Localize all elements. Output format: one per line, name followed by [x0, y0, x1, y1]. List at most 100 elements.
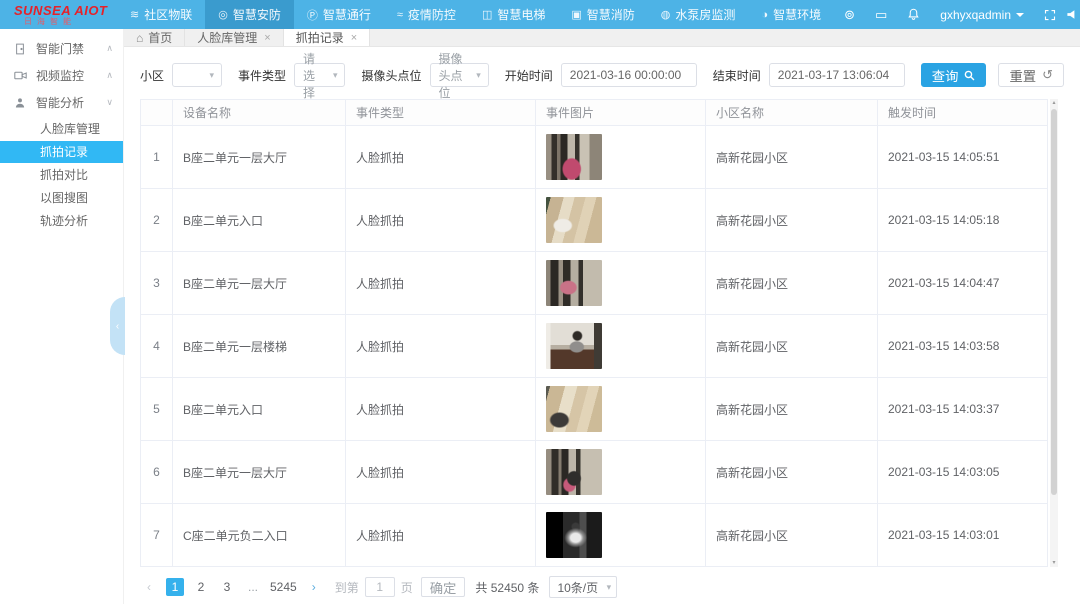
tab-label: 首页 — [148, 29, 172, 46]
event-image-cell — [536, 441, 706, 504]
capture-thumbnail[interactable] — [546, 260, 602, 306]
page-ellipsis: ... — [244, 578, 262, 596]
event-image-cell — [536, 252, 706, 315]
nav-item-environment[interactable]: ◑ 智慧环境 — [748, 0, 834, 29]
page-button-last[interactable]: 5245 — [270, 578, 297, 596]
scrollbar-thumb[interactable] — [1051, 109, 1057, 495]
settings-icon[interactable]: ⊚ — [834, 7, 865, 23]
sidebar-collapse-handle[interactable]: ‹ — [110, 297, 125, 355]
nav-item-security[interactable]: ◎ 智慧安防 — [205, 0, 294, 29]
tab-strip: ⌂ 首页 人脸库管理 × 抓拍记录 × — [124, 29, 1080, 47]
tab-home[interactable]: ⌂ 首页 — [124, 29, 185, 46]
sidebar-group-label: 智能分析 — [36, 94, 84, 111]
time-cell: 2021-03-15 14:05:51 — [878, 126, 1048, 189]
capture-thumbnail[interactable] — [546, 512, 602, 558]
close-icon[interactable]: × — [264, 32, 270, 44]
user-menu[interactable]: gxhyxqadmin — [930, 8, 1034, 22]
table-row[interactable]: 5 B座二单元入口 人脸抓拍 高新花园小区 2021-03-15 14:03:3… — [141, 378, 1048, 441]
announcement-icon[interactable] — [1066, 8, 1080, 21]
nav-item-fire[interactable]: ▣ 智慧消防 — [558, 0, 647, 29]
sidebar: 智能门禁 ∧ 视频监控 ∧ 智能分析 ∨ 人脸库管理 抓拍记录 抓拍对比 以图搜… — [0, 29, 124, 604]
message-icon[interactable]: ▭ — [865, 7, 897, 23]
capture-thumbnail[interactable] — [546, 323, 602, 369]
capture-thumbnail[interactable] — [546, 134, 602, 180]
home-icon: ⌂ — [136, 31, 143, 45]
nav-label: 智慧安防 — [233, 6, 281, 23]
chevron-down-icon: ▾ — [209, 70, 214, 81]
sidebar-item-capture-records[interactable]: 抓拍记录 — [0, 141, 123, 163]
time-cell: 2021-03-15 14:04:47 — [878, 252, 1048, 315]
reset-button[interactable]: 重置 ↺ — [998, 63, 1064, 87]
sidebar-item-capture-compare[interactable]: 抓拍对比 — [0, 164, 123, 186]
event-type-cell: 人脸抓拍 — [346, 504, 536, 567]
page-size-value: 10条/页 — [557, 579, 598, 596]
page-button-2[interactable]: 2 — [192, 578, 210, 596]
close-icon[interactable]: × — [351, 32, 357, 44]
next-page-button[interactable]: › — [305, 578, 323, 596]
page-size-select[interactable]: 10条/页 ▾ — [549, 576, 617, 598]
table-row[interactable]: 7 C座二单元负二入口 人脸抓拍 高新花园小区 2021-03-15 14:03… — [141, 504, 1048, 567]
table-scrollbar[interactable]: ▴ ▾ — [1050, 99, 1058, 567]
tab-face-library[interactable]: 人脸库管理 × — [185, 29, 283, 46]
confirm-jump-button[interactable]: 确定 — [421, 577, 466, 597]
community-select[interactable]: ▾ — [172, 63, 222, 87]
chevron-down-icon: ▾ — [607, 582, 612, 593]
pump-icon: ◍ — [661, 8, 671, 21]
table-row[interactable]: 3 B座二单元一层大厅 人脸抓拍 高新花园小区 2021-03-15 14:04… — [141, 252, 1048, 315]
event-type-cell: 人脸抓拍 — [346, 441, 536, 504]
sidebar-group-label: 视频监控 — [36, 67, 84, 84]
end-time-input[interactable] — [769, 63, 905, 87]
sidebar-item-face-library[interactable]: 人脸库管理 — [0, 118, 123, 140]
start-time-label: 开始时间 — [505, 67, 553, 84]
sidebar-item-smart-analysis[interactable]: 智能分析 ∨ — [0, 89, 123, 116]
nav-item-access[interactable]: Ⓟ 智慧通行 — [294, 0, 384, 29]
capture-thumbnail[interactable] — [546, 197, 602, 243]
page-word-label: 页 — [401, 579, 413, 596]
capture-table: 设备名称 事件类型 事件图片 小区名称 触发时间 1 B座二单元一层大厅 人脸抓… — [140, 99, 1064, 567]
prev-page-button[interactable]: ‹ — [140, 578, 158, 596]
nav-label: 智慧消防 — [587, 6, 635, 23]
topbar: SUNSEA AIOT 日海智能 ≋ 社区物联 ◎ 智慧安防 Ⓟ 智慧通行 ≈ … — [0, 0, 1080, 29]
device-cell: B座二单元一层楼梯 — [173, 315, 346, 378]
community-cell: 高新花园小区 — [706, 378, 878, 441]
access-icon: Ⓟ — [307, 7, 318, 23]
username: gxhyxqadmin — [940, 8, 1011, 22]
notification-bell-icon[interactable] — [897, 8, 930, 21]
search-button[interactable]: 查询 — [921, 63, 987, 87]
table-row[interactable]: 2 B座二单元入口 人脸抓拍 高新花园小区 2021-03-15 14:05:1… — [141, 189, 1048, 252]
sidebar-item-image-search[interactable]: 以图搜图 — [0, 187, 123, 209]
page-button-3[interactable]: 3 — [218, 578, 236, 596]
sidebar-item-video-monitor[interactable]: 视频监控 ∧ — [0, 62, 123, 89]
nav-item-community-iot[interactable]: ≋ 社区物联 — [117, 0, 205, 29]
page-button-1[interactable]: 1 — [166, 578, 184, 596]
event-image-cell — [536, 504, 706, 567]
nav-item-epidemic[interactable]: ≈ 疫情防控 — [384, 0, 469, 29]
event-type-select[interactable]: 请选择 ▾ — [294, 63, 346, 87]
video-camera-icon — [14, 70, 28, 81]
nav-label: 水泵房监测 — [675, 6, 735, 23]
camera-filter-label: 摄像头点位 — [361, 67, 421, 84]
scroll-down-arrow[interactable]: ▾ — [1050, 559, 1058, 567]
tab-capture-records[interactable]: 抓拍记录 × — [284, 29, 370, 46]
scroll-up-arrow[interactable]: ▴ — [1050, 99, 1058, 107]
nav-item-pump[interactable]: ◍ 水泵房监测 — [648, 0, 749, 29]
camera-select[interactable]: 摄像头点位 ▾ — [430, 63, 489, 87]
community-cell: 高新花园小区 — [706, 126, 878, 189]
table-row[interactable]: 1 B座二单元一层大厅 人脸抓拍 高新花园小区 2021-03-15 14:05… — [141, 126, 1048, 189]
sidebar-item-door-access[interactable]: 智能门禁 ∧ — [0, 35, 123, 62]
search-icon — [964, 70, 975, 81]
table-row[interactable]: 6 B座二单元一层大厅 人脸抓拍 高新花园小区 2021-03-15 14:03… — [141, 441, 1048, 504]
jump-page-input[interactable] — [365, 577, 395, 597]
start-time-input[interactable] — [561, 63, 697, 87]
device-cell: B座二单元一层大厅 — [173, 252, 346, 315]
security-icon: ◎ — [218, 8, 228, 21]
capture-thumbnail[interactable] — [546, 449, 602, 495]
chevron-up-icon: ∧ — [106, 43, 113, 54]
sidebar-item-trajectory[interactable]: 轨迹分析 — [0, 210, 123, 232]
time-cell: 2021-03-15 14:03:37 — [878, 378, 1048, 441]
table-row[interactable]: 4 B座二单元一层楼梯 人脸抓拍 高新花园小区 2021-03-15 14:03… — [141, 315, 1048, 378]
nav-item-elevator[interactable]: ◫ 智慧电梯 — [469, 0, 558, 29]
capture-thumbnail[interactable] — [546, 386, 602, 432]
sidebar-group-label: 智能门禁 — [36, 40, 84, 57]
fullscreen-icon[interactable] — [1034, 9, 1066, 21]
